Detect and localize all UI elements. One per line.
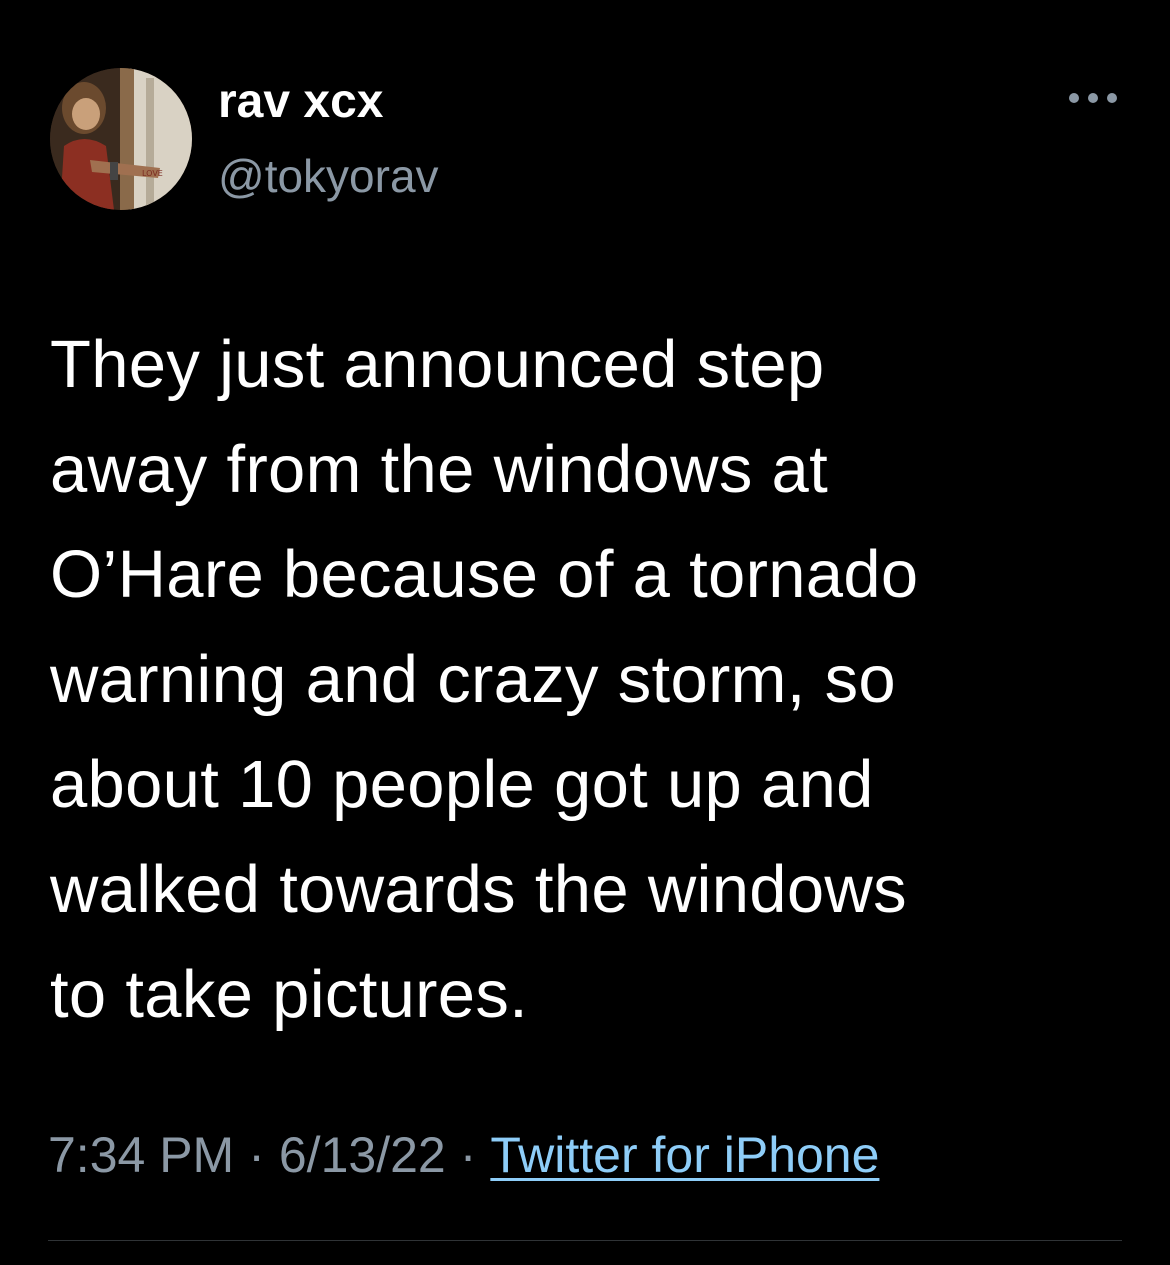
tweet-meta: 7:34 PM · 6/13/22 · Twitter for iPhone bbox=[48, 1120, 879, 1190]
tweet-time[interactable]: 7:34 PM bbox=[48, 1127, 234, 1183]
author-display-name[interactable]: rav xcx bbox=[218, 74, 384, 130]
more-options-button[interactable] bbox=[1064, 80, 1122, 116]
svg-text:LOVE: LOVE bbox=[142, 169, 163, 178]
tweet-detail: LOVE rav xcx @tokyorav They just announc… bbox=[0, 0, 1170, 1265]
ellipsis-icon bbox=[1069, 93, 1117, 103]
tweet-text: They just announced step away from the w… bbox=[50, 327, 919, 1032]
tweet-source-link[interactable]: Twitter for iPhone bbox=[490, 1127, 879, 1183]
author-handle[interactable]: @tokyorav bbox=[218, 148, 439, 204]
tweet-date[interactable]: 6/13/22 bbox=[279, 1127, 446, 1183]
meta-separator: · bbox=[248, 1127, 265, 1183]
meta-separator: · bbox=[459, 1127, 477, 1183]
divider bbox=[48, 1240, 1122, 1241]
avatar[interactable]: LOVE bbox=[50, 68, 192, 210]
avatar-image: LOVE bbox=[50, 68, 192, 210]
